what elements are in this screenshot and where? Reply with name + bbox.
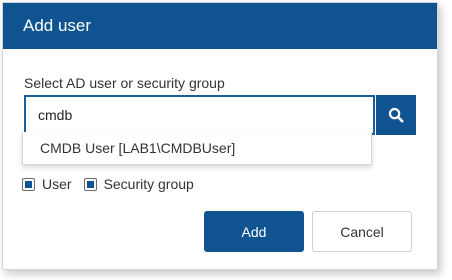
field-label: Select AD user or security group <box>24 75 225 91</box>
security-group-checkbox[interactable] <box>83 177 97 191</box>
user-filter[interactable]: User <box>22 176 72 192</box>
search-button[interactable] <box>376 95 416 135</box>
search-input[interactable] <box>24 95 375 135</box>
add-button[interactable]: Add <box>204 211 304 252</box>
type-filters: User Security group <box>22 174 194 194</box>
user-checkbox-label: User <box>42 176 72 192</box>
suggestion-dropdown: CMDB User [LAB1\CMDBUser] <box>22 132 372 165</box>
security-group-filter[interactable]: Security group <box>83 176 194 192</box>
suggestion-item[interactable]: CMDB User [LAB1\CMDBUser] <box>23 132 371 164</box>
search-icon <box>388 107 404 123</box>
dialog-title: Add user <box>3 3 437 49</box>
user-checkbox[interactable] <box>22 177 35 191</box>
search-row <box>24 95 416 135</box>
cancel-button[interactable]: Cancel <box>312 211 412 252</box>
security-group-checkbox-label: Security group <box>103 176 194 192</box>
